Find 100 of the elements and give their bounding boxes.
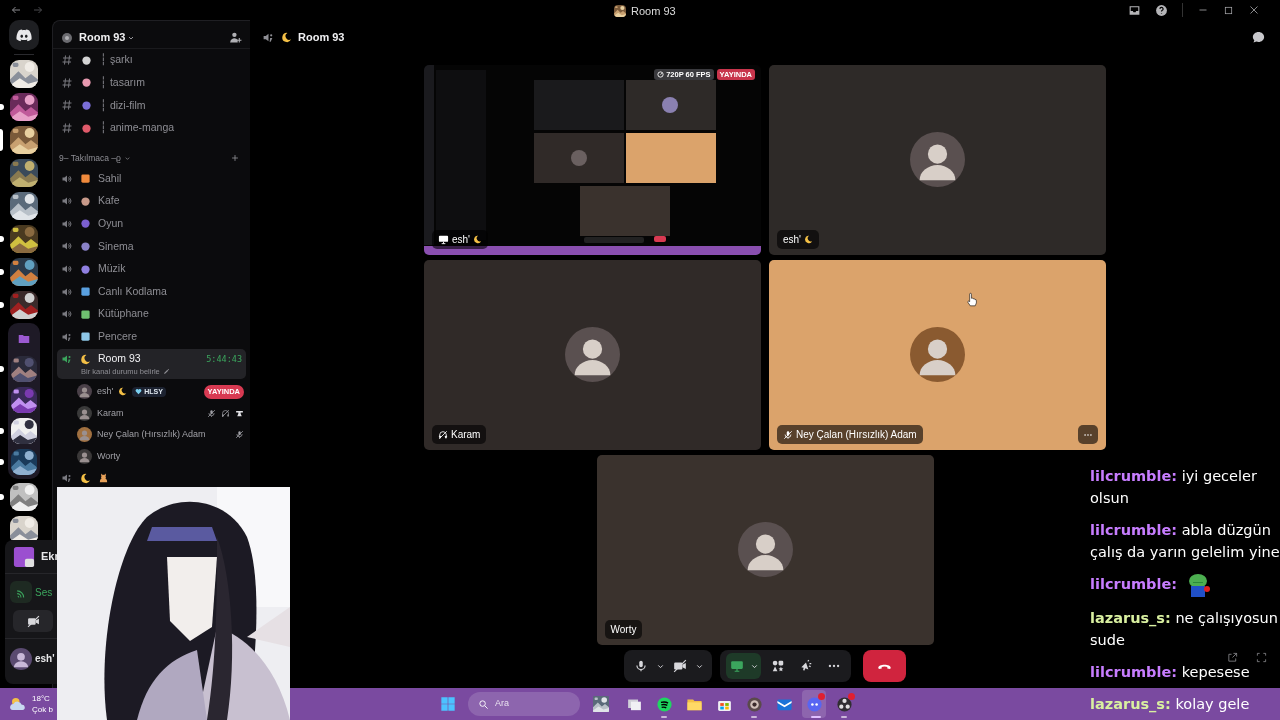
camera-off-icon: [673, 659, 687, 673]
avatar: [910, 327, 965, 382]
channel-title: Room 93: [298, 29, 345, 45]
server-icon[interactable]: [10, 93, 38, 121]
plus-icon[interactable]: [230, 153, 240, 164]
moon-icon: [804, 235, 814, 244]
moon-icon: [80, 472, 91, 484]
voice-channel[interactable]: Sinema: [57, 235, 246, 258]
voice-member[interactable]: Ney Çalan (Hırsızlık) Adam: [77, 424, 244, 446]
server-icon[interactable]: [10, 258, 38, 286]
activities-icon: [771, 659, 785, 673]
server-icon[interactable]: [10, 192, 38, 220]
inbox-icon[interactable]: [1128, 3, 1141, 17]
video-tile[interactable]: esh': [769, 65, 1106, 255]
gauge-icon: [657, 71, 665, 78]
popout-icon[interactable]: [1227, 652, 1238, 663]
add-member-icon[interactable]: [229, 31, 242, 44]
screen-share-icon: [730, 659, 744, 673]
weather-text: Çok b: [32, 704, 53, 715]
hash-icon: [61, 54, 73, 67]
home-button[interactable]: [9, 20, 39, 50]
discord-icon: [805, 695, 823, 713]
spotify-icon: [655, 695, 673, 713]
server-icon[interactable]: [11, 387, 37, 413]
monitor-icon: [438, 234, 449, 245]
channel-item[interactable]: ┆ şarkı: [57, 49, 246, 72]
search-icon: [478, 698, 489, 710]
chat-username: lilcrumble:: [1090, 576, 1178, 592]
avatar: [910, 132, 965, 187]
channel-item[interactable]: ┆ anime-manga: [57, 116, 246, 140]
moon-icon: [473, 235, 483, 244]
category-header[interactable]: 9– Takılmaca –ϱ: [57, 149, 246, 168]
name-label: esh': [777, 230, 820, 249]
weather-icon: [9, 695, 27, 713]
camera-icon: [745, 695, 763, 713]
voice-channel[interactable]: Sahil: [57, 167, 246, 190]
voice-channel[interactable]: Pencere: [57, 325, 246, 349]
obs-icon: [835, 695, 853, 713]
heart-icon: [135, 388, 143, 396]
server-icon[interactable]: [10, 60, 38, 88]
chat-icon[interactable]: [1251, 29, 1266, 45]
camera-off-button[interactable]: [13, 610, 53, 632]
channel-item[interactable]: ┆ tasarım: [57, 71, 246, 95]
video-tile[interactable]: Ney Çalan (Hırsızlık) Adam: [769, 260, 1106, 450]
chat-message: lilcrumble: kepesese: [1089, 663, 1250, 682]
video-tile[interactable]: Worty: [596, 455, 934, 645]
username: esh': [35, 652, 55, 666]
avatar: [77, 448, 92, 464]
avatar: [77, 384, 92, 400]
folder-icon[interactable]: [17, 332, 31, 346]
hang-up-button[interactable]: [863, 650, 906, 682]
voice-channel[interactable]: Canlı Kodlama: [57, 280, 246, 303]
server-icon[interactable]: [11, 449, 37, 475]
temperature: 18°C: [32, 693, 51, 704]
chat-message: lilcrumble: iyi geceler olsun: [1089, 467, 1258, 508]
voice-member[interactable]: Karam: [77, 402, 244, 425]
voice-channel[interactable]: Kütüphane: [57, 302, 246, 326]
pencil-icon[interactable]: [162, 368, 170, 375]
server-icon[interactable]: [11, 418, 37, 444]
maximize-icon[interactable]: [1223, 4, 1234, 16]
voice-member[interactable]: Worty: [77, 445, 244, 468]
search-field[interactable]: Ara: [468, 692, 580, 716]
avatar: [77, 427, 92, 443]
back-arrow-icon[interactable]: [10, 4, 22, 16]
server-icon[interactable]: [10, 126, 38, 154]
voice-channel[interactable]: Kafe: [57, 189, 246, 213]
avatar: [77, 405, 92, 421]
server-icon[interactable]: [10, 483, 38, 511]
cat-icon: [98, 472, 109, 484]
moon-icon: [281, 31, 292, 43]
mic-icon: [634, 659, 648, 673]
app-icon: [13, 545, 35, 568]
chat-message: lazarus_s: kolay gele: [1089, 695, 1250, 715]
help-icon[interactable]: [1155, 3, 1168, 17]
server-icon[interactable]: [10, 225, 38, 253]
close-icon[interactable]: [1248, 4, 1260, 16]
server-icon[interactable]: [10, 159, 38, 187]
selected-indicator: [0, 129, 3, 151]
server-name[interactable]: Room 93: [79, 29, 126, 46]
server-badge-icon: [61, 31, 73, 44]
video-tile[interactable]: Karam: [424, 260, 761, 450]
name-label: Ney Çalan (Hırsızlık) Adam: [777, 425, 923, 444]
voice-channel[interactable]: Oyun: [57, 212, 246, 236]
server-icon[interactable]: [10, 516, 38, 540]
fullscreen-icon[interactable]: [1256, 652, 1267, 663]
channel-item[interactable]: ┆ dizi-film: [57, 94, 246, 117]
moon-icon: [80, 353, 91, 365]
more-button[interactable]: [1078, 425, 1098, 444]
hash-icon: [61, 122, 73, 135]
moon-icon: [118, 387, 128, 397]
camera-off-icon: [26, 614, 40, 628]
call-timer: 5:44:43: [206, 352, 242, 366]
windows-start-icon[interactable]: [440, 696, 456, 712]
voice-channel[interactable]: Müzik: [57, 257, 246, 281]
avatar: [565, 327, 620, 382]
server-icon[interactable]: [10, 291, 38, 319]
window-title: Room 93: [631, 4, 676, 19]
name-label: Worty: [604, 620, 643, 639]
soundboard-icon: [799, 659, 813, 673]
name-label: Karam: [432, 425, 487, 444]
